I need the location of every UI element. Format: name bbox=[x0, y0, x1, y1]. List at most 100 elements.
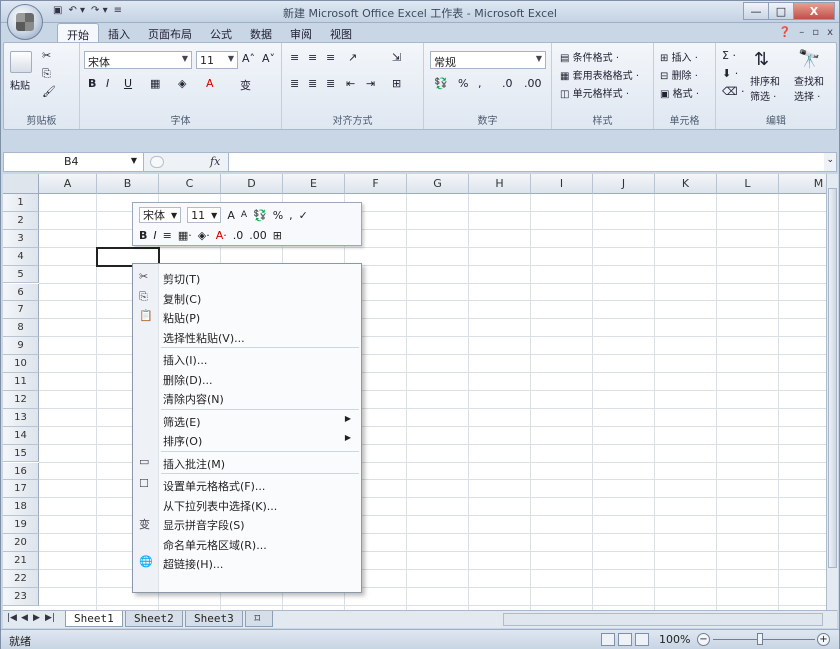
row-header[interactable]: 20 bbox=[3, 534, 39, 552]
mini-size-combo[interactable]: 11 ▼ bbox=[187, 207, 222, 223]
menu-item[interactable]: 选择性粘贴(V)... bbox=[133, 327, 361, 347]
insert-function-button[interactable]: fx bbox=[210, 155, 220, 168]
mini-currency-icon[interactable]: 💱 bbox=[253, 209, 267, 222]
autosum-icon[interactable]: Σ · bbox=[722, 49, 736, 62]
sheet-tab-2[interactable]: Sheet2 bbox=[125, 611, 183, 627]
maximize-button[interactable]: □ bbox=[768, 2, 794, 20]
ribbon-tab[interactable]: 审阅 bbox=[281, 23, 321, 43]
menu-item[interactable]: 清除内容(N) bbox=[133, 388, 361, 408]
column-header[interactable]: D bbox=[221, 174, 283, 194]
row-header[interactable]: 8 bbox=[3, 319, 39, 338]
copy-icon[interactable]: ⎘ bbox=[42, 67, 51, 81]
mini-percent-icon[interactable]: % bbox=[273, 209, 283, 222]
mini-align-icon[interactable]: ≡ bbox=[163, 229, 172, 242]
row-header[interactable]: 19 bbox=[3, 516, 39, 535]
page-break-view-icon[interactable] bbox=[635, 633, 649, 646]
format-painter-icon[interactable]: 🖌 bbox=[42, 85, 56, 98]
cell-styles-button[interactable]: ◫ 单元格样式 · bbox=[560, 85, 629, 100]
row-header[interactable]: 11 bbox=[3, 373, 39, 391]
row-header[interactable]: 21 bbox=[3, 552, 39, 570]
column-header[interactable]: F bbox=[345, 174, 407, 194]
align-right-icon[interactable]: ≣ bbox=[326, 77, 335, 90]
column-header[interactable]: L bbox=[717, 174, 779, 194]
align-left-icon[interactable]: ≣ bbox=[290, 77, 299, 90]
horizontal-scrollbar[interactable] bbox=[503, 613, 823, 626]
find-select-icon[interactable]: 🔭 bbox=[798, 49, 820, 70]
decrease-indent-icon[interactable]: ⇤ bbox=[346, 77, 355, 90]
clear-icon[interactable]: ⌫ · bbox=[722, 85, 745, 98]
normal-view-icon[interactable] bbox=[601, 633, 615, 646]
row-header[interactable]: 18 bbox=[3, 498, 39, 517]
zoom-level[interactable]: 100% bbox=[659, 633, 690, 646]
close-button[interactable]: X bbox=[793, 2, 835, 20]
name-box[interactable]: B4 ▼ bbox=[4, 153, 144, 171]
minimize-button[interactable]: — bbox=[743, 2, 769, 20]
comma-icon[interactable]: , bbox=[478, 77, 482, 90]
row-header[interactable]: 23 bbox=[3, 587, 39, 606]
column-header[interactable]: J bbox=[593, 174, 655, 194]
align-bottom-icon[interactable]: ≡ bbox=[326, 51, 335, 64]
increase-indent-icon[interactable]: ⇥ bbox=[366, 77, 375, 90]
mini-increase-decimal-icon[interactable]: .0 bbox=[233, 229, 244, 242]
paste-icon[interactable] bbox=[10, 51, 32, 73]
column-header[interactable]: H bbox=[469, 174, 531, 194]
mini-decrease-decimal-icon[interactable]: .00 bbox=[249, 229, 267, 242]
italic-button[interactable]: I bbox=[106, 77, 109, 90]
ribbon-tab[interactable]: 视图 bbox=[321, 23, 361, 43]
insert-sheet-icon[interactable]: ⌑ bbox=[245, 611, 273, 627]
row-header[interactable]: 10 bbox=[3, 355, 39, 373]
orientation-icon[interactable]: ↗ bbox=[348, 51, 357, 64]
align-center-icon[interactable]: ≣ bbox=[308, 77, 317, 90]
ribbon-tab[interactable]: 开始 bbox=[57, 23, 99, 43]
zoom-slider-knob[interactable] bbox=[757, 633, 763, 645]
row-header[interactable]: 22 bbox=[3, 569, 39, 588]
sheet-tab-1[interactable]: Sheet1 bbox=[65, 611, 123, 627]
find-select-button[interactable]: 查找和 选择 · bbox=[794, 73, 824, 103]
row-header[interactable]: 7 bbox=[3, 301, 39, 320]
zoom-slider[interactable] bbox=[713, 639, 815, 640]
last-sheet-icon[interactable]: ▶| bbox=[45, 613, 55, 623]
row-header[interactable]: 16 bbox=[3, 462, 39, 481]
fill-icon[interactable]: ⬇ · bbox=[722, 67, 738, 80]
ribbon-tab[interactable]: 数据 bbox=[241, 23, 281, 43]
format-as-table-button[interactable]: ▦ 套用表格格式 · bbox=[560, 67, 639, 82]
mini-bold-button[interactable]: B bbox=[139, 229, 147, 242]
row-header[interactable]: 1 bbox=[3, 194, 39, 212]
column-header[interactable]: A bbox=[39, 174, 97, 194]
menu-item[interactable]: 筛选(E) ▶ bbox=[133, 411, 361, 431]
mini-fill-icon[interactable]: ◈· bbox=[198, 229, 210, 242]
mini-font-color-icon[interactable]: A· bbox=[216, 229, 227, 242]
worksheet-grid[interactable]: A B C D E F G H I J K L M 1 2 3 4 5 6 7 8 9 10 11 12 13 14 15 16 17 18… bbox=[3, 174, 826, 610]
mini-grow-font-icon[interactable]: A bbox=[227, 209, 235, 222]
column-header[interactable]: G bbox=[407, 174, 469, 194]
insert-cells-button[interactable]: ⊞ 插入 · bbox=[660, 49, 698, 64]
column-header[interactable]: E bbox=[283, 174, 345, 194]
mini-comma-icon[interactable]: , bbox=[289, 209, 293, 222]
restore-doc-icon[interactable]: ▫ bbox=[812, 27, 819, 38]
grow-font-icon[interactable]: A˄ bbox=[242, 52, 255, 65]
column-header[interactable]: I bbox=[531, 174, 593, 194]
zoom-out-icon[interactable]: − bbox=[697, 633, 710, 646]
column-header[interactable]: C bbox=[159, 174, 221, 194]
ribbon-tab[interactable]: 公式 bbox=[201, 23, 241, 43]
merge-center-icon[interactable]: ⊞ bbox=[392, 77, 401, 90]
vertical-scrollbar[interactable] bbox=[826, 174, 838, 610]
menu-item[interactable]: 排序(O) ▶ bbox=[133, 430, 361, 450]
font-color-icon[interactable]: A bbox=[206, 77, 214, 90]
font-name-combo[interactable]: 宋体 ▼ bbox=[84, 51, 192, 69]
paste-button[interactable]: 粘贴 bbox=[10, 77, 30, 92]
menu-item[interactable]: ☐ 设置单元格格式(F)... bbox=[133, 475, 361, 495]
row-header[interactable]: 17 bbox=[3, 480, 39, 499]
menu-item[interactable]: ✂ 剪切(T) bbox=[133, 268, 361, 288]
office-button[interactable] bbox=[7, 4, 43, 40]
menu-item[interactable]: ⎘ 复制(C) bbox=[133, 288, 361, 308]
menu-item[interactable]: 删除(D)... bbox=[133, 369, 361, 389]
cut-icon[interactable]: ✂ bbox=[42, 49, 51, 62]
page-layout-view-icon[interactable] bbox=[618, 633, 632, 646]
shrink-font-icon[interactable]: A˅ bbox=[262, 52, 275, 65]
row-header[interactable]: 3 bbox=[3, 229, 39, 248]
mini-shrink-font-icon[interactable]: A bbox=[241, 210, 247, 220]
ribbon-tab[interactable]: 页面布局 bbox=[139, 23, 201, 43]
select-all-corner[interactable] bbox=[3, 174, 39, 194]
underline-button[interactable]: U bbox=[124, 77, 132, 90]
